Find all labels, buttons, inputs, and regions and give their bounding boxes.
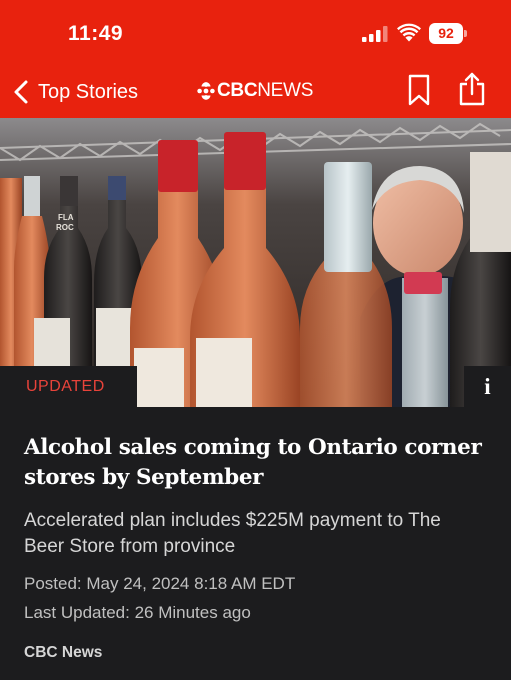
bookmark-icon[interactable]: [408, 74, 430, 106]
cbc-gem-icon: [197, 82, 215, 100]
wifi-icon: [397, 23, 421, 42]
battery-tip: [464, 30, 467, 37]
hero-image: FLA ROC UPDATED i: [0, 118, 511, 407]
cbc-news-logo: CBC NEWS: [197, 79, 313, 103]
bottle-cap: [224, 132, 266, 190]
battery-level: 92: [429, 23, 463, 44]
back-button[interactable]: Top Stories: [12, 76, 138, 108]
cellular-signal-icon: [362, 26, 388, 42]
share-icon[interactable]: [458, 72, 486, 106]
wine-bottles-photo: FLA ROC: [0, 118, 511, 407]
bottle-label-text: FLA: [58, 213, 74, 222]
navigation-bar: Top Stories CBC NEWS: [0, 68, 511, 118]
status-time: 11:49: [68, 22, 124, 45]
bottle-label-text-2: ROC: [56, 223, 74, 232]
brand-cbc-text: CBC: [217, 80, 258, 101]
article-summary[interactable]: Alcohol sales coming to Ontario corner s…: [0, 407, 511, 680]
app-header: 11:49 92 Top Stories CBC NEWS: [0, 0, 511, 118]
posted-timestamp: Posted: May 24, 2024 8:18 AM EDT: [24, 574, 296, 593]
updated-badge: UPDATED: [0, 366, 137, 407]
chevron-left-icon: [14, 80, 28, 104]
battery-indicator: 92: [429, 23, 467, 44]
article-source: CBC News: [24, 644, 103, 661]
last-updated-timestamp: Last Updated: 26 Minutes ago: [24, 603, 251, 622]
back-label: Top Stories: [38, 80, 139, 103]
status-bar: 11:49 92: [0, 0, 511, 68]
brand-news-text: NEWS: [257, 80, 314, 101]
article-headline[interactable]: Alcohol sales coming to Ontario corner s…: [24, 433, 494, 493]
bottle-cap: [158, 140, 198, 192]
article-subhead: Accelerated plan includes $225M payment …: [24, 510, 441, 557]
image-info-button[interactable]: i: [464, 366, 511, 407]
